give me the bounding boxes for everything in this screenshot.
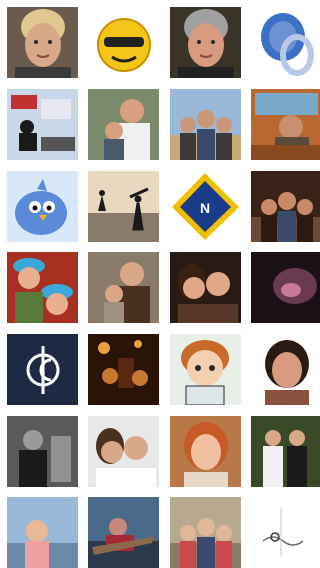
avatar-kids-blue-hats-image	[7, 252, 78, 323]
avatar-kids-blue-hats[interactable]	[7, 252, 78, 323]
avatar-beach-silhouette-image	[88, 171, 159, 242]
avatar-wedding-couple-image	[251, 416, 320, 487]
avatar-grid: N	[0, 0, 320, 568]
avatar-blue-bird-image	[7, 171, 78, 242]
avatar-family-outdoor-image	[170, 89, 241, 160]
avatar-couple-selfie-image	[170, 252, 241, 323]
avatar-night-party-image	[88, 334, 159, 405]
avatar-couple-selfie[interactable]	[170, 252, 241, 323]
avatar-redhead-woman[interactable]	[170, 416, 241, 487]
avatar-sketch[interactable]	[251, 497, 320, 568]
avatar-man-child[interactable]	[88, 89, 159, 160]
avatar-boat-ride[interactable]	[88, 497, 159, 568]
avatar-three-men[interactable]	[251, 171, 320, 242]
avatar-couple-white-image	[88, 416, 159, 487]
avatar-sketch-image	[251, 497, 320, 568]
avatar-ns-logo-image: N	[170, 171, 241, 242]
avatar-couple-white[interactable]	[88, 416, 159, 487]
avatar-blonde-woman-image	[7, 7, 78, 78]
avatar-woman-baby-image	[88, 252, 159, 323]
avatar-pilots-cockpit[interactable]	[251, 89, 320, 160]
avatar-blue-bird[interactable]	[7, 171, 78, 242]
avatar-cartoon-boy-image	[170, 334, 241, 405]
avatar-family-outdoor[interactable]	[170, 89, 241, 160]
avatar-jewel-ring[interactable]	[251, 7, 320, 78]
avatar-ns-logo[interactable]: N	[170, 171, 241, 242]
avatar-man-glasses-image	[170, 7, 241, 78]
avatar-wedding-couple[interactable]	[251, 416, 320, 487]
avatar-smiling-woman[interactable]	[251, 334, 320, 405]
avatar-office-desk-image	[7, 89, 78, 160]
avatar-jewel-ring-image	[251, 7, 320, 78]
avatar-night-party[interactable]	[88, 334, 159, 405]
avatar-girl-city[interactable]	[7, 497, 78, 568]
avatar-redhead-woman-image	[170, 416, 241, 487]
avatar-cartoon-boy[interactable]	[170, 334, 241, 405]
avatar-woman-baby[interactable]	[88, 252, 159, 323]
avatar-photographer-bw-image	[7, 416, 78, 487]
avatar-smiling-woman-image	[251, 334, 320, 405]
avatar-emoji-sunglasses[interactable]	[88, 7, 159, 78]
avatar-emoji-sunglasses-image	[88, 7, 159, 78]
avatar-girl-city-image	[7, 497, 78, 568]
avatar-dark-animal[interactable]	[251, 252, 320, 323]
avatar-man-glasses[interactable]	[170, 7, 241, 78]
avatar-carlton-logo[interactable]	[7, 334, 78, 405]
avatar-carlton-logo-image	[7, 334, 78, 405]
avatar-three-men-image	[251, 171, 320, 242]
avatar-boat-ride-image	[88, 497, 159, 568]
svg-text:N: N	[200, 200, 210, 216]
avatar-girls-outdoor-image	[170, 497, 241, 568]
avatar-beach-silhouette[interactable]	[88, 171, 159, 242]
avatar-blonde-woman[interactable]	[7, 7, 78, 78]
avatar-girls-outdoor[interactable]	[170, 497, 241, 568]
avatar-pilots-cockpit-image	[251, 89, 320, 160]
avatar-dark-animal-image	[251, 252, 320, 323]
avatar-office-desk[interactable]	[7, 89, 78, 160]
avatar-man-child-image	[88, 89, 159, 160]
avatar-photographer-bw[interactable]	[7, 416, 78, 487]
